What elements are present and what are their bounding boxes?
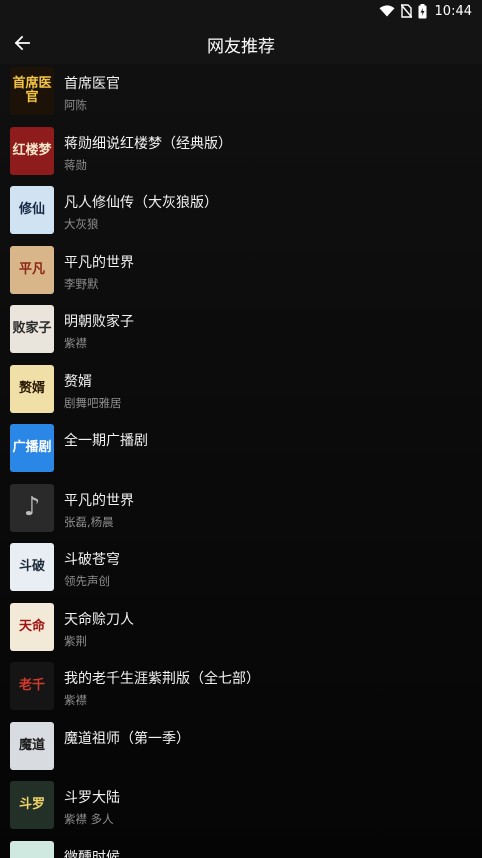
item-author: 领先声创 — [64, 574, 110, 588]
cover-image: 败家子 — [10, 305, 54, 353]
item-title: 我的老千生涯紫荆版（全七部） — [64, 671, 260, 687]
item-author: 紫襟 — [64, 336, 87, 350]
list-item[interactable]: 斗破 斗破苍穹领先声创 — [0, 538, 482, 598]
list-item[interactable]: 微醺时候 — [0, 836, 482, 858]
cover-text: 修仙 — [18, 202, 45, 218]
cover-image: 老千 — [10, 662, 54, 710]
status-time: 10:44 — [434, 3, 472, 19]
item-title: 天命赊刀人 — [64, 611, 134, 628]
wifi-icon — [379, 5, 395, 17]
list-item[interactable]: 红楼梦 蒋勋细说红楼梦（经典版） 蒋勋 — [0, 122, 482, 182]
item-author: 蒋勋 — [64, 157, 87, 172]
item-author: 张磊,杨晨 — [64, 514, 114, 529]
battery-icon — [418, 3, 427, 18]
item-title: 斗破苍穹 — [64, 552, 120, 568]
cover-text: 斗罗 — [18, 797, 45, 813]
cover-image: 广播剧 — [10, 424, 54, 472]
list-item[interactable]: 赘婿 赘婿剧舞吧雅居 — [0, 360, 482, 420]
cover-text: 平凡 — [18, 261, 45, 277]
item-author: 大灰狼 — [64, 217, 99, 231]
status-icons: 10:44 — [379, 3, 472, 19]
cover-text: ♪ — [23, 491, 41, 522]
cover-image — [10, 840, 54, 858]
item-title: 明朝败家子 — [64, 314, 134, 330]
item-title: 微醺时候 — [64, 849, 120, 858]
list-item[interactable]: 老千 我的老千生涯紫荆版（全七部） 紫襟 — [0, 657, 482, 717]
item-author: 紫荆 — [64, 633, 87, 648]
app-bar: 网友推荐 — [0, 22, 482, 64]
cover-image: 天命 — [10, 602, 54, 651]
status-bar: 10:44 — [0, 0, 482, 22]
item-author: 李野默 — [64, 276, 99, 291]
list-item[interactable]: 天命 天命赊刀人紫荆 — [0, 598, 482, 658]
list-item[interactable]: 平凡 平凡的世界李野默 — [0, 241, 482, 301]
item-title: 魔道祖师（第一季） — [64, 730, 190, 747]
item-author: 剧舞吧雅居 — [64, 395, 122, 410]
item-title: 首席医官 — [64, 76, 120, 92]
cover-image: 平凡 — [10, 245, 54, 294]
item-title: 全一期广播剧 — [64, 433, 148, 449]
cover-image: 斗破 — [10, 543, 54, 591]
item-title: 平凡的世界 — [64, 492, 134, 509]
list-item[interactable]: ♪ 平凡的世界张磊,杨晨 — [0, 479, 482, 539]
list-inner: 首席医官 首席医官 阿陈 红楼梦 蒋勋细说红楼梦（经典版） 蒋勋 修仙 凡人修仙传（大灰狼版）… — [0, 64, 482, 858]
cover-text: 斗破 — [18, 559, 45, 575]
cover-image: 修仙 — [10, 186, 54, 234]
no-sim-icon — [400, 4, 412, 18]
cover-text: 赘婿 — [18, 380, 45, 396]
cover-image: 红楼梦 — [10, 126, 54, 175]
list-item[interactable]: 修仙 凡人修仙传（大灰狼版） 大灰狼 — [0, 181, 482, 241]
cover-text: 败家子 — [12, 321, 52, 337]
item-title: 斗罗大陆 — [64, 790, 120, 806]
cover-image: ♪ — [10, 483, 54, 532]
cover-text: 魔道 — [18, 737, 45, 753]
item-author: 紫襟 多人 — [64, 812, 114, 826]
list-item[interactable]: 斗罗 斗罗大陆紫襟 多人 — [0, 776, 482, 836]
item-title: 平凡的世界 — [64, 254, 134, 271]
cover-text: 广播剧 — [12, 440, 52, 456]
item-title: 赘婿 — [64, 373, 92, 390]
cover-image: 首席医官 — [10, 67, 54, 115]
item-title: 蒋勋细说红楼梦（经典版） — [64, 135, 232, 152]
item-author: 阿陈 — [64, 98, 87, 112]
item-title: 凡人修仙传（大灰狼版） — [64, 195, 218, 211]
cover-text: 红楼梦 — [12, 142, 52, 158]
cover-text: 首席医官 — [12, 76, 52, 105]
cover-image: 斗罗 — [10, 781, 54, 829]
recommendation-list[interactable]: 首席医官 首席医官 阿陈 红楼梦 蒋勋细说红楼梦（经典版） 蒋勋 修仙 凡人修仙传（大灰狼版）… — [0, 64, 482, 858]
list-item[interactable]: 首席医官 首席医官 阿陈 — [0, 64, 482, 122]
page-title: 网友推荐 — [207, 37, 275, 57]
list-item[interactable]: 魔道 魔道祖师（第一季） — [0, 717, 482, 777]
cover-image: 赘婿 — [10, 364, 54, 413]
cover-text: 天命 — [18, 618, 45, 634]
list-item[interactable]: 广播剧 全一期广播剧 — [0, 419, 482, 479]
cover-image: 魔道 — [10, 721, 54, 770]
cover-text: 老千 — [18, 678, 45, 694]
list-item[interactable]: 败家子 明朝败家子紫襟 — [0, 300, 482, 360]
item-author: 紫襟 — [64, 693, 87, 707]
